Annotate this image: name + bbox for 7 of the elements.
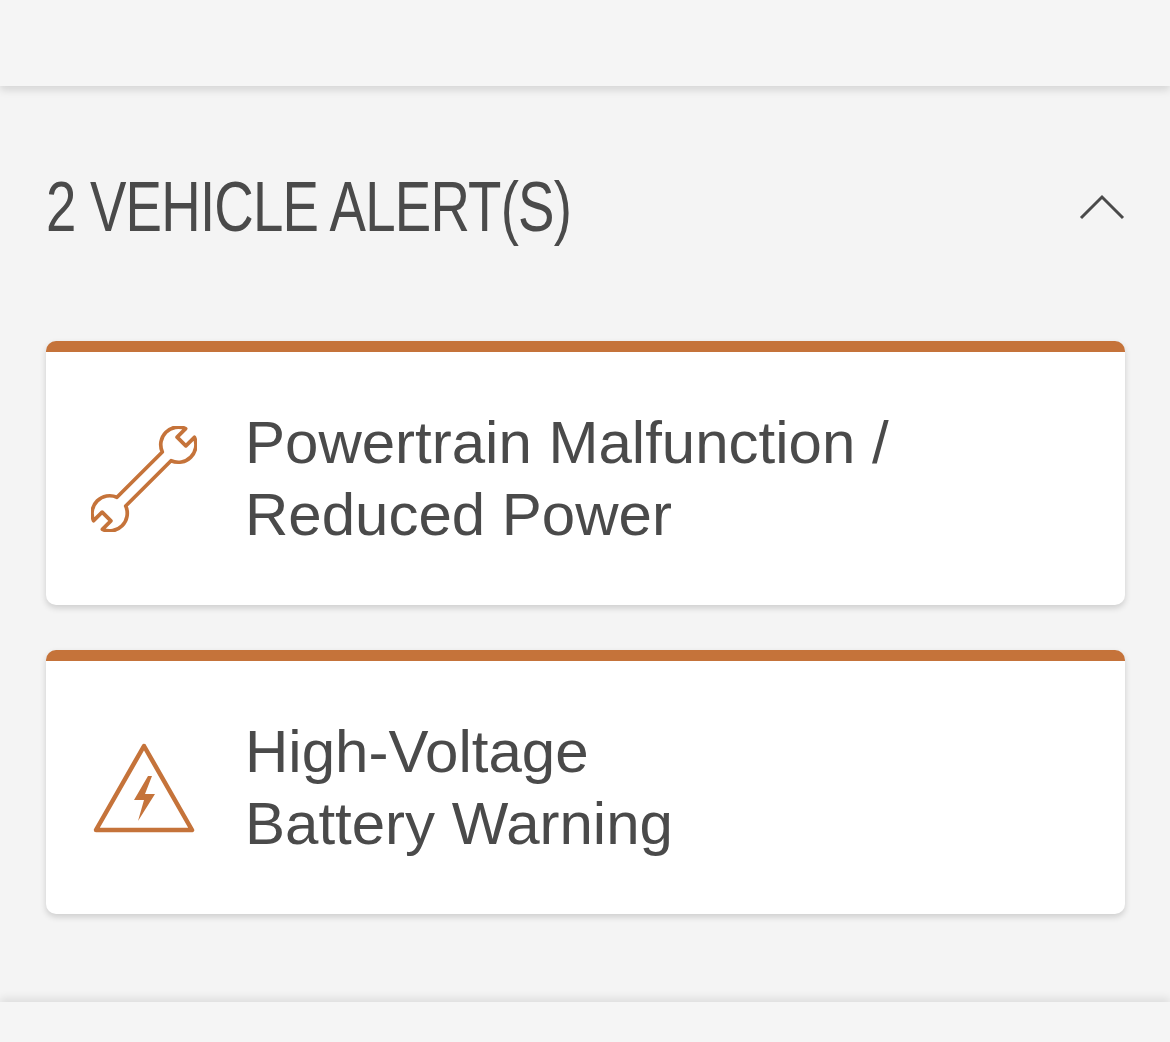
lightning-warning-icon — [92, 741, 196, 834]
wrench-icon — [91, 425, 197, 532]
alert-title: High-Voltage Battery Warning — [245, 716, 673, 859]
alert-card[interactable]: High-Voltage Battery Warning — [46, 650, 1125, 914]
chevron-up-icon[interactable] — [1079, 194, 1125, 220]
alert-title: Powertrain Malfunction / Reduced Power — [245, 407, 889, 550]
alert-card[interactable]: Powertrain Malfunction / Reduced Power — [46, 341, 1125, 605]
